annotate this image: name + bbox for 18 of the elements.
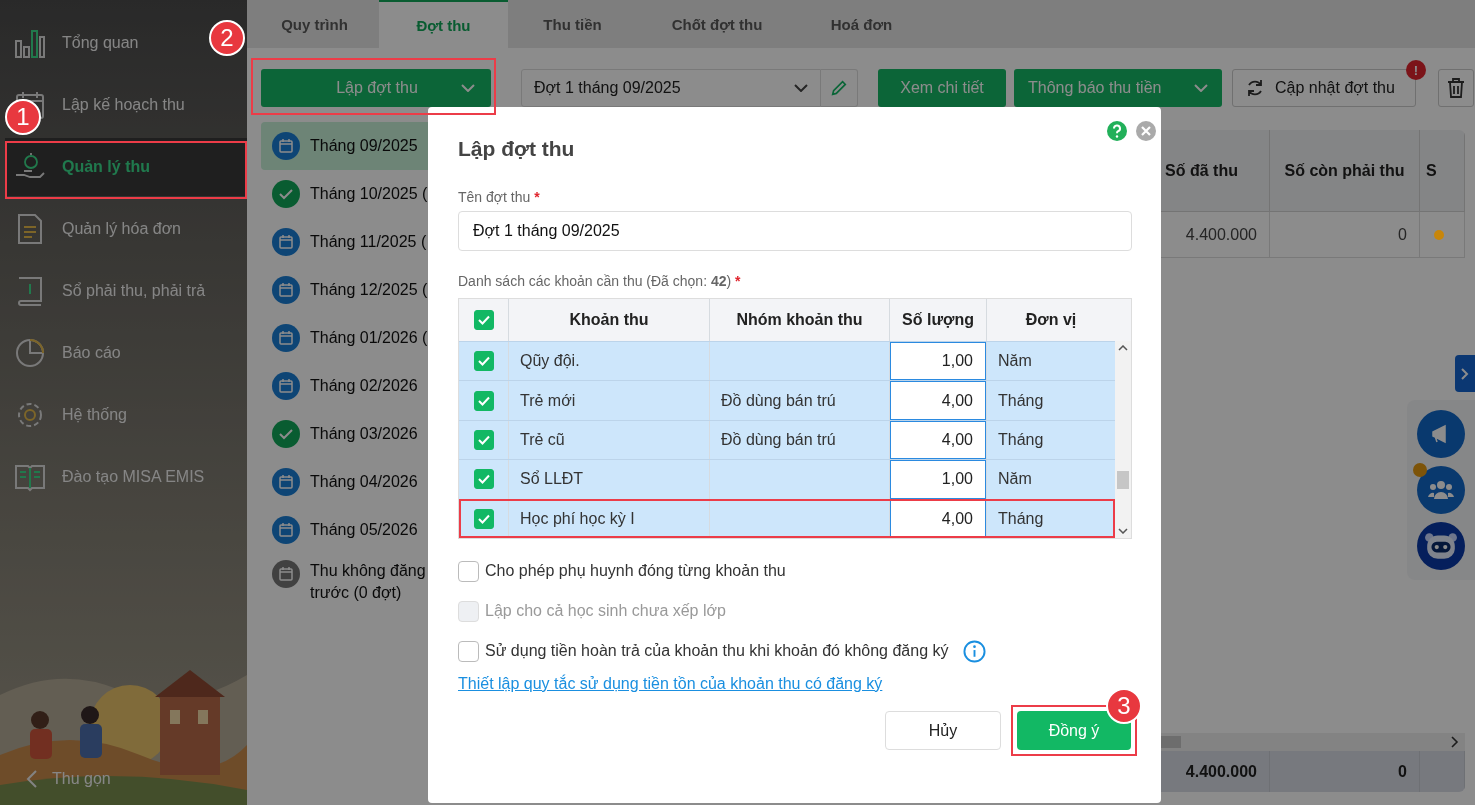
table-cell: Học phí học kỳ I	[509, 499, 710, 538]
table-cell-text: Tháng	[997, 429, 1045, 450]
total-cell: 0	[1270, 751, 1420, 792]
table-cell-text: Năm	[997, 469, 1033, 490]
option-checkbox: Lập cho cả học sinh chưa xếp lớp	[458, 599, 1131, 623]
dialog-title: Lập đợt thu	[458, 137, 575, 161]
table-cell: 0	[1270, 212, 1420, 258]
list-label: Danh sách các khoản cần thu (Đã chọn: 42) *	[458, 273, 742, 291]
table-cell: Sổ LLĐT	[509, 460, 710, 499]
table-cell-text: Tháng	[997, 508, 1045, 529]
column-header: S	[1420, 130, 1465, 212]
table-cell: Trẻ mới	[509, 381, 710, 420]
column-header: Số còn phải thu	[1270, 130, 1420, 212]
column-header: Đơn vị	[1024, 310, 1078, 330]
field-label: Tên đợt thu *	[458, 189, 541, 207]
alert-badge: !	[1406, 60, 1426, 80]
table-cell-text: Tháng	[997, 390, 1045, 411]
table-cell-text: Năm	[997, 351, 1033, 372]
